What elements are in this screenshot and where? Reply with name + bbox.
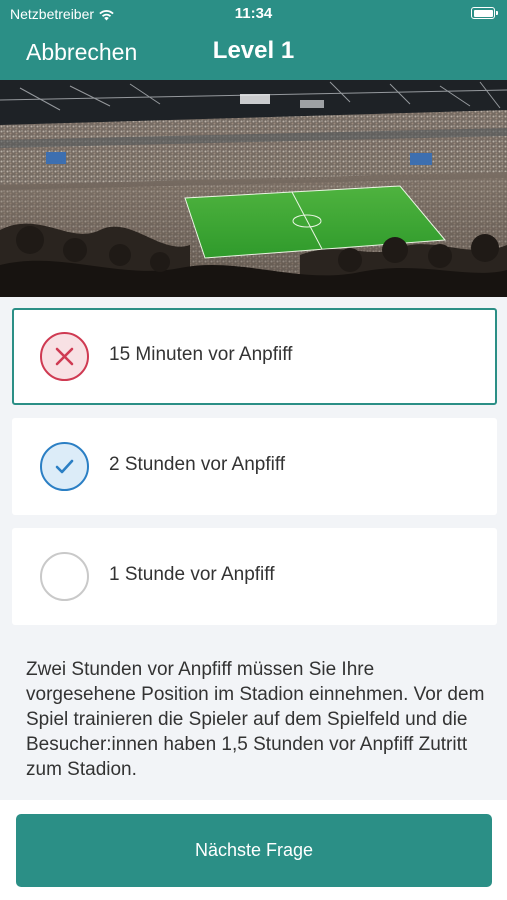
answer-option-2[interactable]: 2 Stunden vor Anpfiff [12,418,497,515]
page-title: Level 1 [212,37,295,64]
answer-option-label: 2 Stunden vor Anpfiff [109,454,286,475]
status-bar: Netzbetreiber 11:34 [0,0,507,28]
wrong-answer-indicator [40,332,89,381]
next-question-button[interactable]: Nächste Frage [16,814,492,887]
answer-explanation: Zwei Stunden vor Anpfiff müssen Sie Ihre… [26,659,485,780]
answer-option-label: 15 Minuten vor Anpfiff [109,344,293,365]
correct-answer-indicator [40,442,89,491]
answer-option-3[interactable]: 1 Stunde vor Anpfiff [12,528,497,625]
stadium-image [0,80,507,297]
empty-radio-icon [40,552,89,601]
status-time: 11:34 [234,5,273,22]
x-icon [55,347,74,366]
navigation-bar: Abbrechen Level 1 [0,28,507,80]
check-icon [55,459,74,474]
answer-option-1[interactable]: 15 Minuten vor Anpfiff [12,308,497,405]
battery-icon [471,7,498,19]
answer-option-label: 1 Stunde vor Anpfiff [109,564,275,585]
